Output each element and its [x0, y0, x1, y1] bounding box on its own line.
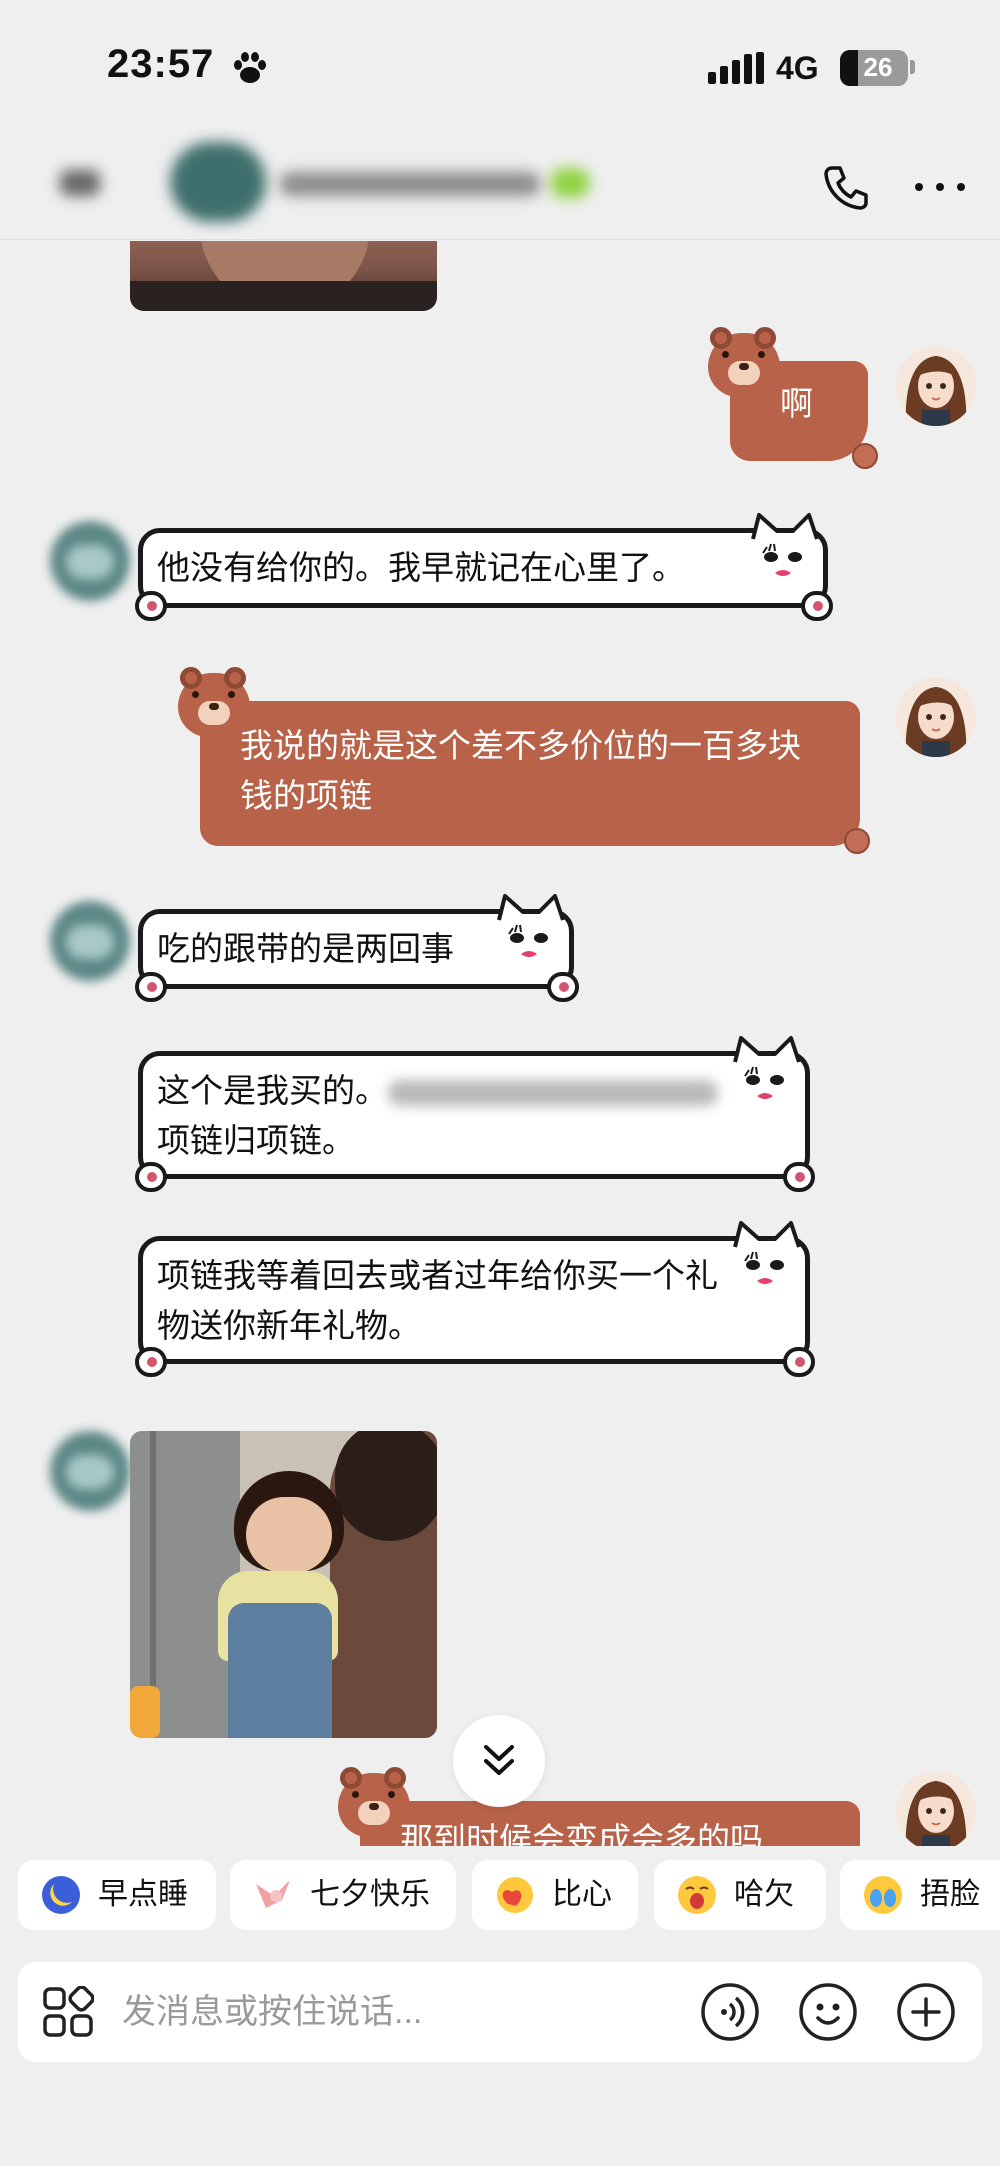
quick-reply-label: 哈欠: [734, 1878, 794, 1911]
message-text: 他没有给你的。我早就记在心里了。: [157, 549, 685, 586]
contact-avatar-blurred[interactable]: [50, 901, 130, 981]
message-text: 啊: [780, 385, 813, 422]
yawn-emoji-icon: [678, 1876, 716, 1914]
quick-reply-chip[interactable]: 七夕快乐: [230, 1860, 456, 1930]
my-avatar[interactable]: [896, 346, 976, 426]
contact-message-bubble[interactable]: 项链我等着回去或者过年给你买一个礼物送你新年礼物。: [135, 1221, 815, 1377]
battery-icon: 26: [840, 50, 908, 86]
emoji-icon[interactable]: [798, 1982, 858, 2042]
message-text: 项链我等着回去或者过年给你买一个礼物送你新年礼物。: [157, 1257, 718, 1344]
my-avatar[interactable]: [896, 1771, 976, 1846]
message-line-1: 这个是我买的。: [157, 1072, 388, 1109]
message-text: 吃的跟带的是两回事: [157, 930, 454, 967]
quick-reply-label: 七夕快乐: [310, 1878, 430, 1911]
contact-avatar-blurred[interactable]: [50, 521, 130, 601]
voice-icon[interactable]: [700, 1982, 760, 2042]
quick-reply-bar[interactable]: 早点睡 七夕快乐 比心 哈欠 捂脸: [0, 1860, 1000, 1936]
message-input-bar: [18, 1962, 982, 2062]
quick-reply-chip[interactable]: 捂脸: [840, 1860, 1000, 1930]
battery-level: 26: [863, 52, 893, 82]
my-message-bubble[interactable]: 我说的就是这个差不多价位的一百多块钱的项链: [178, 667, 870, 854]
message-text: 那到时候会变成会多的吗: [400, 1821, 763, 1846]
back-icon[interactable]: [60, 170, 100, 196]
quick-reply-chip[interactable]: 哈欠: [654, 1860, 826, 1930]
facepalm-emoji-icon: [864, 1876, 902, 1914]
bird-emoji-icon: [256, 1880, 290, 1908]
apps-grid-icon[interactable]: [42, 1986, 94, 2038]
battery-cap: [910, 60, 915, 74]
contact-name-blurred: [280, 172, 540, 196]
contact-avatar-blurred[interactable]: [50, 1431, 130, 1511]
scroll-to-bottom-button[interactable]: [453, 1715, 545, 1807]
quick-reply-label: 捂脸: [920, 1878, 980, 1911]
phone-icon[interactable]: [820, 162, 872, 214]
contact-avatar[interactable]: [170, 142, 266, 222]
contact-message-bubble[interactable]: 这个是我买的。 项链归项链。: [135, 1036, 815, 1192]
my-avatar[interactable]: [896, 677, 976, 757]
message-text: 我说的就是这个差不多价位的一百多块钱的项链: [240, 727, 801, 814]
plus-icon[interactable]: [896, 1982, 956, 2042]
message-line-2: 项链归项链。: [157, 1122, 355, 1159]
chat-contact-blurred[interactable]: [40, 140, 610, 230]
contact-message-bubble[interactable]: 吃的跟带的是两回事: [135, 894, 579, 1002]
message-text: 这个是我买的。 项链归项链。: [157, 1066, 745, 1166]
quick-reply-chip[interactable]: 比心: [472, 1860, 638, 1930]
network-type: 4G: [776, 50, 819, 86]
moon-emoji-icon: [42, 1876, 80, 1914]
redacted-text: [388, 1080, 718, 1107]
chat-header: [0, 130, 1000, 240]
chevron-double-down-icon: [484, 1745, 514, 1775]
photo-image[interactable]: [130, 1431, 437, 1738]
chat-message-list[interactable]: 啊 他没有给你的。我早就记在心里了。 我说的就是这个差不多价位的一百多块钱的项链…: [0, 241, 1000, 1846]
quick-reply-label: 早点睡: [98, 1878, 188, 1911]
quick-reply-label: 比心: [552, 1878, 612, 1911]
quick-reply-chip[interactable]: 早点睡: [18, 1860, 216, 1930]
paw-icon: [234, 52, 266, 83]
status-time: 23:57: [107, 42, 215, 86]
contact-message-bubble[interactable]: 他没有给你的。我早就记在心里了。: [135, 513, 833, 621]
photo-message-partial[interactable]: [130, 241, 437, 311]
status-bar: 23:57 4G 26: [0, 0, 1000, 130]
signal-icon: [708, 52, 764, 84]
message-input[interactable]: [122, 1984, 682, 2040]
online-status-dot: [550, 168, 590, 198]
my-message-bubble[interactable]: 啊: [708, 327, 878, 469]
more-icon[interactable]: [912, 180, 968, 194]
my-message-bubble[interactable]: 那到时候会变成会多的吗: [338, 1767, 860, 1846]
heart-hands-emoji-icon: [497, 1877, 533, 1913]
